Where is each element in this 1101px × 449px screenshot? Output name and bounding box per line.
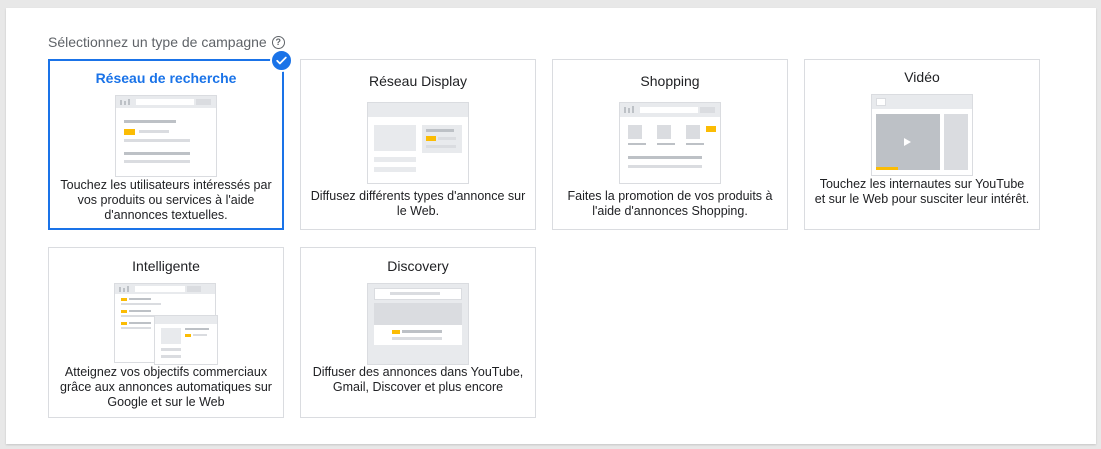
section-title: Sélectionnez un type de campagne: [48, 34, 267, 50]
campaign-card-title: Shopping: [640, 73, 700, 89]
selected-check-icon: [270, 49, 293, 72]
campaign-card-title: Vidéo: [904, 69, 940, 85]
help-circle-icon[interactable]: ?: [271, 35, 285, 49]
campaign-card-title: Réseau de recherche: [95, 70, 237, 86]
search-ad-illustration: [115, 95, 217, 177]
campaign-card-description: Touchez les utilisateurs intéressés par …: [60, 178, 272, 222]
campaign-card-discovery[interactable]: Discovery Diffuser des annonces dans You…: [300, 247, 536, 418]
campaign-card-description: Diffusez différents types d'annonce sur …: [310, 189, 526, 218]
campaign-card-description: Atteignez vos objectifs commerciaux grâc…: [60, 365, 272, 409]
campaign-card-description: Diffuser des annonces dans YouTube, Gmai…: [312, 365, 524, 394]
campaign-card-description: Faites la promotion de vos produits à l'…: [567, 189, 773, 218]
campaign-card-title: Discovery: [387, 258, 449, 274]
campaign-card-display[interactable]: Réseau Display Diffusez différents types…: [300, 59, 536, 230]
campaign-card-video[interactable]: Vidéo Touchez les internautes sur YouTub…: [804, 59, 1040, 230]
discovery-ad-illustration: [367, 283, 469, 365]
campaign-card-description: Touchez les internautes sur YouTube et s…: [814, 177, 1030, 206]
display-ad-illustration: [367, 102, 469, 184]
section-header: Sélectionnez un type de campagne ?: [48, 34, 285, 50]
campaign-card-search[interactable]: Réseau de recherche Touchez les utilisat…: [48, 59, 284, 230]
shopping-ad-illustration: [619, 102, 721, 184]
campaign-card-shopping[interactable]: Shopping Faites la promotion de vos prod…: [552, 59, 788, 230]
smart-ad-illustration: [114, 283, 218, 365]
campaign-card-title: Intelligente: [132, 258, 200, 274]
video-ad-illustration: [871, 94, 973, 176]
campaign-card-title: Réseau Display: [368, 73, 468, 89]
play-icon: [904, 138, 911, 146]
video-player: [876, 114, 940, 170]
campaign-card-smart[interactable]: Intelligente Atteignez vos objectifs com…: [48, 247, 284, 418]
